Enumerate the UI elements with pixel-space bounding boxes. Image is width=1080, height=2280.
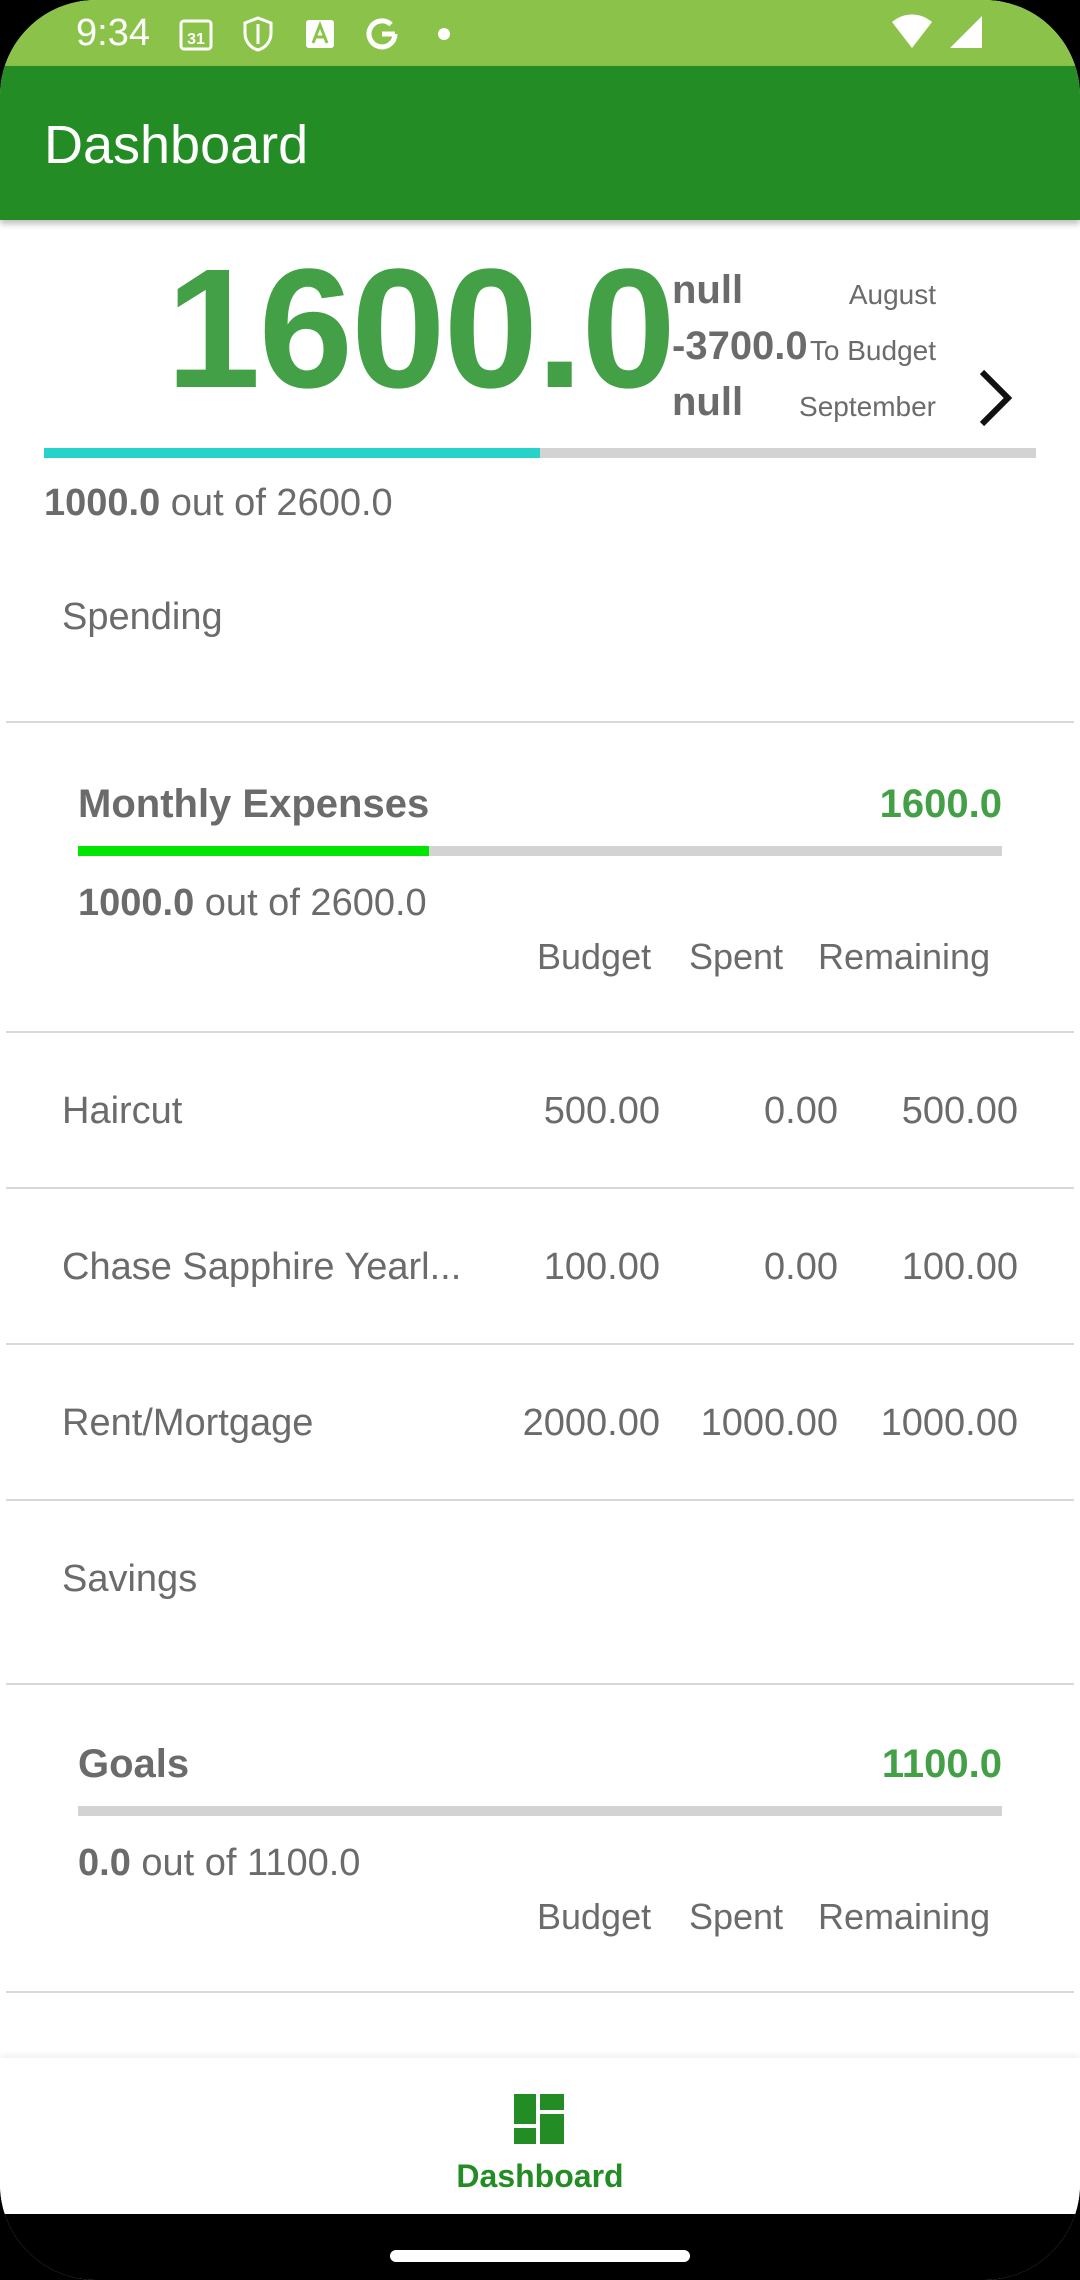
divider (6, 1187, 1074, 1189)
to-budget-label: To Budget (809, 335, 936, 366)
font-icon (300, 14, 340, 54)
side-value-bottom: null (672, 380, 744, 424)
column-header-budget: Budget (537, 1896, 652, 1937)
divider (6, 1991, 1074, 1993)
monthly-expenses-progress-fill (78, 846, 430, 856)
divider (6, 1499, 1074, 1501)
column-header-spent: Spent (689, 1896, 784, 1937)
google-icon (362, 14, 402, 54)
status-icons-left: 31 (176, 14, 464, 54)
group-title-monthly-expenses[interactable]: Monthly Expenses (78, 782, 429, 827)
row-remaining: 500.00 (901, 1090, 1018, 1132)
month-previous[interactable]: August (799, 272, 936, 328)
summary-progress-fill (44, 448, 540, 458)
row-spent: 0.00 (764, 1090, 838, 1132)
dot-icon (424, 14, 464, 54)
row-remaining: 100.00 (901, 1246, 1018, 1288)
row-name: Haircut (62, 1090, 183, 1132)
row-remaining: 1000.00 (880, 1402, 1018, 1444)
group-title-goals[interactable]: Goals (78, 1742, 189, 1787)
goals-out-of: 0.0 out of 1100.0 (78, 1842, 360, 1885)
screen: 9:34 31 Dashboard 1600.0 null -3700.0 nu… (0, 0, 1080, 2280)
group-amount-goals: 1100.0 (881, 1742, 1002, 1786)
summary-spent: 1000.0 (44, 482, 161, 524)
divider (6, 1683, 1074, 1685)
wifi-icon (890, 14, 934, 55)
column-header-spent: Spent (689, 936, 784, 977)
app-bar: Dashboard (0, 66, 1080, 220)
row-spent: 0.00 (764, 1246, 838, 1288)
status-bar: 9:34 31 (0, 0, 1080, 66)
side-value-top: null (672, 268, 744, 312)
divider (6, 721, 1074, 723)
row-name: Chase Sapphire Yearl... (62, 1246, 462, 1288)
monthly-expenses-spent: 1000.0 (78, 882, 195, 924)
section-savings: Savings (62, 1558, 198, 1600)
bottom-navigation: Dashboard (0, 2058, 1080, 2214)
gesture-navigation-area (0, 2214, 1080, 2280)
dashboard-icon (512, 2092, 566, 2146)
row-budget: 500.00 (543, 1090, 660, 1132)
row-budget: 2000.00 (522, 1402, 660, 1444)
goals-spent: 0.0 (78, 1842, 131, 1884)
app-title: Dashboard (44, 115, 309, 175)
divider (6, 1031, 1074, 1033)
monthly-expenses-progress-bar (78, 846, 1002, 856)
divider (6, 1343, 1074, 1345)
goals-out-of-text: out of 1100.0 (141, 1842, 361, 1884)
summary-progress-bar (44, 448, 1036, 458)
month-next[interactable]: September (799, 384, 936, 440)
signal-icon (948, 14, 984, 55)
row-name: Rent/Mortgage (62, 1402, 314, 1444)
chevron-right-icon[interactable] (976, 366, 1016, 430)
home-gesture-pill[interactable] (390, 2250, 690, 2262)
summary-out-of: 1000.0 out of 2600.0 (44, 482, 393, 525)
status-time: 9:34 (76, 12, 150, 54)
monthly-expenses-out-of-text: out of 2600.0 (204, 882, 427, 924)
section-spending: Spending (62, 596, 223, 638)
column-header-remaining: Remaining (818, 936, 991, 977)
goals-progress-bar (78, 1806, 1002, 1816)
summary-out-of-text: out of 2600.0 (170, 482, 393, 524)
svg-text:31: 31 (187, 31, 205, 48)
nav-label-dashboard: Dashboard (456, 2158, 624, 2194)
group-amount-monthly-expenses: 1600.0 (879, 782, 1002, 826)
column-header-budget: Budget (537, 936, 652, 977)
row-spent: 1000.00 (700, 1402, 838, 1444)
calendar-icon: 31 (176, 14, 216, 54)
column-header-remaining: Remaining (818, 1896, 991, 1937)
summary-side-values: null -3700.0 null (672, 262, 808, 430)
month-selector: August To Budget September (799, 272, 936, 440)
side-value-middle: -3700.0 (672, 324, 808, 368)
to-budget-amount: 1600.0 (166, 234, 676, 424)
row-budget: 100.00 (543, 1246, 660, 1288)
shield-icon (238, 14, 278, 54)
status-icons-right (890, 14, 984, 55)
monthly-expenses-out-of: 1000.0 out of 2600.0 (78, 882, 427, 925)
